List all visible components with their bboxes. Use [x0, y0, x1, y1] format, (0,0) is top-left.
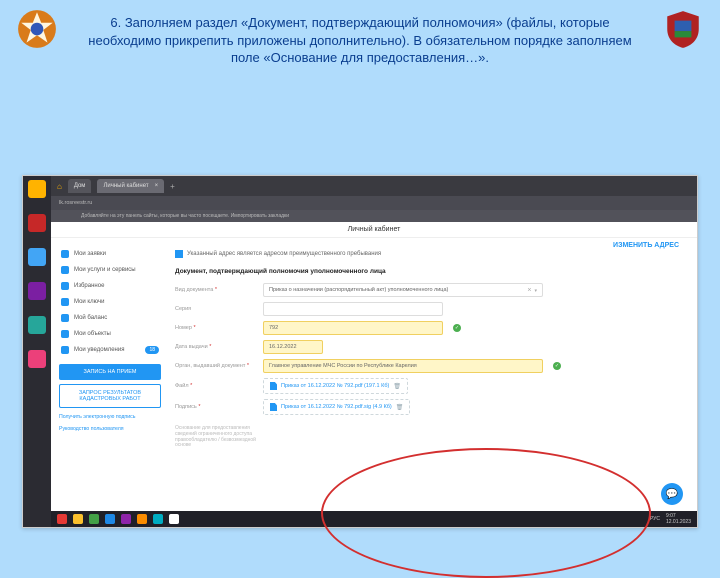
nav-item[interactable]: Мои уведомления18 [59, 342, 161, 358]
lang-indicator[interactable]: РУС [650, 516, 660, 522]
emblem-right [662, 8, 704, 50]
tab[interactable]: Дом [68, 179, 92, 193]
taskbar-icon[interactable] [137, 514, 147, 524]
taskbar-icon[interactable] [73, 514, 83, 524]
home-icon [61, 330, 69, 338]
trash-icon[interactable]: 🗑 [396, 404, 404, 411]
link[interactable]: Получить электронную подпись [59, 414, 161, 420]
os-icon[interactable] [28, 350, 46, 368]
main-panel: ИЗМЕНИТЬ АДРЕС Указанный адрес является … [169, 238, 697, 527]
new-tab-button[interactable]: + [170, 182, 175, 191]
chat-fab[interactable]: 💬 [661, 483, 683, 505]
ok-icon: ✓ [453, 324, 461, 332]
emblem-left [16, 8, 58, 50]
bell-icon [61, 346, 69, 354]
screenshot-frame: ⌂ Дом Личный кабинет × + lk.rosreestr.ru… [22, 175, 698, 528]
star-icon [61, 282, 69, 290]
doctype-select[interactable]: Приказ о назначении (распорядительный ак… [263, 283, 543, 297]
taskbar-icon[interactable] [169, 514, 179, 524]
taskbar-icon[interactable] [121, 514, 131, 524]
number-input[interactable]: 792 [263, 321, 443, 335]
grid-icon [61, 266, 69, 274]
doc-icon [61, 250, 69, 258]
change-address-link[interactable]: ИЗМЕНИТЬ АДРЕС [613, 242, 679, 249]
nav-item[interactable]: Мой баланс [59, 310, 161, 326]
file-icon [270, 382, 277, 390]
taskbar-icon[interactable] [153, 514, 163, 524]
checkbox[interactable] [175, 250, 183, 258]
badge: 18 [145, 346, 159, 354]
taskbar-icon[interactable] [105, 514, 115, 524]
wallet-icon [61, 314, 69, 322]
nav-item[interactable]: Мои объекты [59, 326, 161, 342]
os-icon[interactable] [28, 180, 46, 198]
os-icon[interactable] [28, 214, 46, 232]
site-header: Личный кабинет [51, 222, 697, 238]
clock: 9:0712.01.2023 [666, 513, 691, 525]
link[interactable]: Руководство пользователя [59, 426, 161, 432]
section-title: Документ, подтверждающий полномочия упол… [175, 268, 681, 275]
taskbar-icon[interactable] [89, 514, 99, 524]
basis-label: Основание для предоставления сведений ог… [175, 426, 257, 449]
trash-icon[interactable]: 🗑 [393, 383, 401, 390]
checkbox-label: Указанный адрес является адресом преимущ… [187, 251, 381, 257]
os-icon[interactable] [28, 316, 46, 334]
os-icon[interactable] [28, 282, 46, 300]
nav-item[interactable]: Мои услуги и сервисы [59, 262, 161, 278]
file-icon [270, 403, 277, 411]
taskbar: РУС 9:0712.01.2023 [51, 511, 697, 527]
nav-item[interactable]: Избранное [59, 278, 161, 294]
series-input[interactable] [263, 302, 443, 316]
clear-icon[interactable]: × [524, 287, 534, 294]
slide-title: 6. Заполняем раздел «Документ, подтвержд… [76, 14, 644, 67]
nav-item[interactable]: Мои ключи [59, 294, 161, 310]
os-icon[interactable] [28, 248, 46, 266]
left-nav: Мои заявки Мои услуги и сервисы Избранно… [51, 238, 169, 527]
browser-home-icon[interactable]: ⌂ [57, 182, 62, 191]
bookmark-hint: Добавляйте на эту панель сайты, которые … [51, 210, 697, 222]
cta-secondary-button[interactable]: ЗАПРОС РЕЗУЛЬТАТОВ КАДАСТРОВЫХ РАБОТ [59, 384, 161, 408]
nav-item[interactable]: Мои заявки [59, 246, 161, 262]
chevron-down-icon: ▾ [534, 288, 537, 294]
issuer-input[interactable]: Главное управление МЧС России по Республ… [263, 359, 543, 373]
taskbar-icon[interactable] [57, 514, 67, 524]
cta-primary-button[interactable]: ЗАПИСЬ НА ПРИЕМ [59, 364, 161, 380]
key-icon [61, 298, 69, 306]
url-bar[interactable]: lk.rosreestr.ru [51, 196, 697, 210]
file-attachment[interactable]: Приказ от 16.12.2022 № 792.pdf (197.1 Кб… [263, 378, 408, 394]
tab[interactable]: Личный кабинет × [97, 179, 164, 193]
os-sidebar [23, 176, 51, 527]
ok-icon: ✓ [553, 362, 561, 370]
signature-attachment[interactable]: Приказ от 16.12.2022 № 792.pdf.sig (4.9 … [263, 399, 410, 415]
browser-tabs: ⌂ Дом Личный кабинет × + [51, 176, 697, 196]
date-input[interactable]: 16.12.2022 [263, 340, 323, 354]
